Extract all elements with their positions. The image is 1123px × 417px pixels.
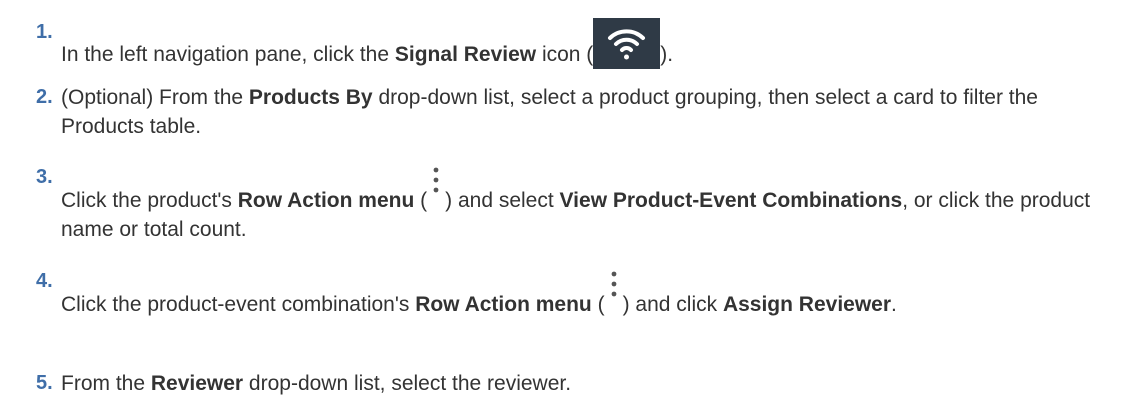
vertical-ellipsis-icon: [605, 267, 623, 311]
ui-term: Row Action menu: [415, 293, 592, 316]
step-5: 5. From the Reviewer drop-down list, sel…: [36, 369, 1111, 398]
step-number: 1.: [36, 21, 53, 43]
step-4: 4. Click the product-event combination's…: [36, 267, 1111, 319]
step-1: 1. In the left navigation pane, click th…: [36, 18, 1111, 69]
ui-term: Signal Review: [394, 43, 537, 66]
ui-term: Assign Reviewer: [722, 293, 892, 316]
step-text: Click the product's Row Action menu ( ) …: [61, 163, 1111, 244]
step-text: In the left navigation pane, click the S…: [61, 18, 1111, 69]
ui-term: Row Action menu: [237, 189, 415, 212]
ui-term: Products By: [248, 86, 373, 109]
wifi-signal-icon: [593, 18, 661, 69]
step-number: 2.: [36, 86, 53, 108]
step-3: 3. Click the product's Row Action menu (…: [36, 163, 1111, 244]
step-text: From the Reviewer drop-down list, select…: [61, 372, 572, 395]
step-number: 5.: [36, 372, 53, 394]
step-text: (Optional) From the Products By drop-dow…: [61, 86, 1038, 138]
step-text: Click the product-event combination's Ro…: [61, 267, 1111, 319]
step-number: 3.: [36, 166, 53, 188]
step-number: 4.: [36, 270, 53, 292]
ui-term: View Product-Event Combinations: [559, 189, 903, 212]
step-2: 2. (Optional) From the Products By drop-…: [36, 83, 1111, 141]
ui-term: Reviewer: [150, 372, 244, 395]
vertical-ellipsis-icon: [427, 163, 445, 207]
